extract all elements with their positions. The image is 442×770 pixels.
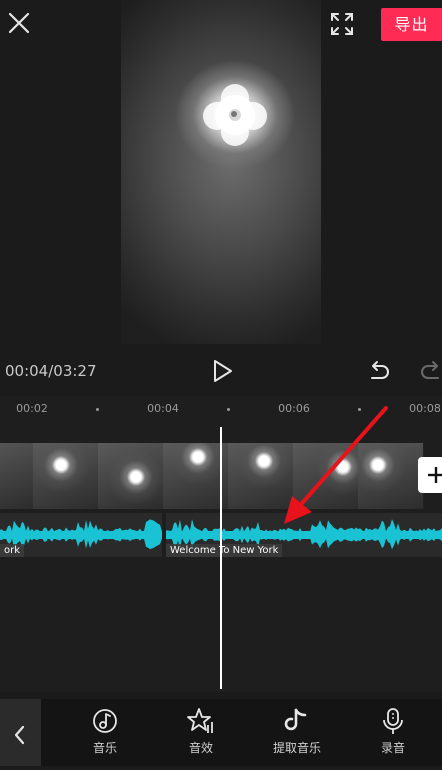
fullscreen-icon bbox=[331, 13, 353, 35]
tool-label: 提取音乐 bbox=[272, 741, 321, 755]
ruler-label: 00:06 bbox=[278, 402, 310, 415]
extract-music-icon bbox=[284, 708, 307, 731]
redo-button[interactable] bbox=[418, 358, 442, 384]
microphone-icon bbox=[383, 708, 403, 734]
video-frame-thumbnail bbox=[358, 443, 424, 509]
tool-extract-music[interactable]: 提取音乐 bbox=[262, 706, 332, 756]
waveform-baseline bbox=[0, 531, 162, 539]
ruler-label: 00:04 bbox=[147, 402, 179, 415]
video-frame-thumbnail bbox=[0, 443, 34, 509]
ruler-dot bbox=[96, 408, 99, 411]
time-ruler[interactable]: 00:02 00:04 00:06 00:08 bbox=[0, 396, 442, 424]
video-preview[interactable] bbox=[121, 0, 321, 344]
tool-record[interactable]: 录音 bbox=[358, 706, 428, 756]
audio-clip-label: ork bbox=[0, 544, 25, 557]
star-sound-icon bbox=[187, 708, 213, 733]
time-readout: 00:04/03:27 bbox=[5, 362, 97, 380]
ruler-label: 00:02 bbox=[16, 402, 48, 415]
tool-label: 音乐 bbox=[92, 741, 117, 755]
video-frame-thumbnail bbox=[33, 443, 99, 509]
video-frame-thumbnail bbox=[293, 443, 359, 509]
ruler-dot bbox=[227, 408, 230, 411]
undo-icon bbox=[371, 361, 389, 379]
play-button[interactable] bbox=[208, 357, 236, 385]
redo-icon bbox=[421, 361, 439, 379]
add-clip-button[interactable] bbox=[418, 457, 442, 493]
fullscreen-button[interactable] bbox=[328, 10, 356, 38]
close-icon bbox=[8, 12, 30, 34]
audio-clip[interactable]: Welcome To New York bbox=[166, 513, 442, 557]
tool-label: 录音 bbox=[380, 741, 405, 755]
music-note-icon bbox=[93, 709, 117, 733]
audio-clip[interactable]: ork bbox=[0, 513, 162, 557]
close-button[interactable] bbox=[4, 8, 34, 38]
ruler-dot bbox=[358, 408, 361, 411]
tool-music[interactable]: 音乐 bbox=[70, 706, 140, 756]
tool-sound-effects[interactable]: 音效 bbox=[166, 706, 236, 756]
tool-label: 音效 bbox=[188, 741, 213, 755]
audio-waveform bbox=[0, 519, 162, 549]
undo-button[interactable] bbox=[366, 358, 392, 384]
video-frame-thumbnail bbox=[228, 443, 294, 509]
playhead[interactable] bbox=[220, 427, 222, 689]
export-button[interactable]: 导出 bbox=[381, 8, 442, 41]
video-track[interactable] bbox=[0, 443, 424, 509]
video-frame-thumbnail bbox=[98, 443, 164, 509]
lamp-glow-image bbox=[203, 84, 267, 146]
waveform-baseline bbox=[166, 531, 442, 539]
back-button[interactable] bbox=[0, 699, 41, 766]
ruler-label: 00:08 bbox=[409, 402, 441, 415]
chevron-left-icon bbox=[14, 725, 25, 745]
play-icon bbox=[214, 360, 232, 382]
audio-clip-label: Welcome To New York bbox=[166, 544, 283, 557]
plus-icon bbox=[428, 467, 442, 483]
